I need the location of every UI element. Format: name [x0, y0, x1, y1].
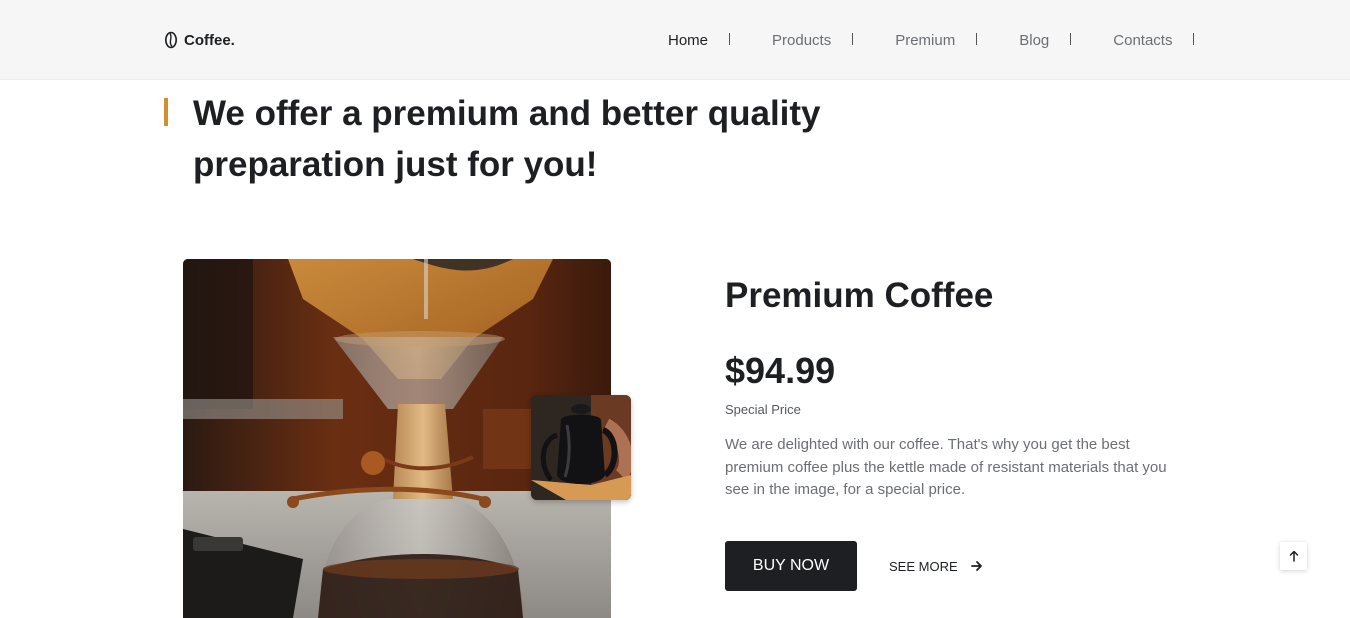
nav-item-label: Premium: [895, 31, 956, 49]
kettle-thumbnail[interactable]: [531, 395, 631, 500]
hero-headline: We offer a premium and better quality pr…: [193, 94, 821, 184]
page: Coffee. Home Products Premium Blog Conta…: [0, 0, 1350, 618]
buy-now-button[interactable]: BUY NOW: [725, 541, 857, 591]
nav-separator: [852, 33, 854, 45]
nav-item-premium[interactable]: Premium: [895, 32, 1019, 49]
nav-item-home[interactable]: Home: [668, 32, 772, 49]
product-title: Premium Coffee: [725, 276, 994, 315]
nav-item-contacts[interactable]: Contacts: [1113, 31, 1195, 49]
see-more-link[interactable]: SEE MORE: [889, 556, 984, 576]
arrow-right-icon: [970, 561, 982, 571]
nav-item-label: Home: [668, 31, 709, 49]
logo-text: Coffee.: [184, 31, 235, 49]
product-description: We are delighted with our coffee. That's…: [725, 436, 1167, 498]
price-label: Special Price: [725, 402, 801, 417]
see-more-label: SEE MORE: [889, 558, 958, 574]
headline-accent-bar: [164, 98, 168, 126]
nav-item-label: Contacts: [1113, 31, 1173, 49]
nav-item-products[interactable]: Products: [772, 32, 895, 49]
logo[interactable]: Coffee.: [164, 30, 235, 50]
coffee-bean-icon: [165, 31, 177, 49]
nav-separator: [1193, 33, 1195, 45]
arrow-up-icon: [1289, 550, 1298, 562]
site-header: Coffee. Home Products Premium Blog Conta…: [0, 0, 1350, 80]
nav-item-label: Products: [772, 31, 832, 49]
product-price: $94.99: [725, 350, 836, 391]
kettle-illustration: [531, 395, 631, 500]
nav-separator: [976, 33, 978, 45]
nav-item-label: Blog: [1019, 31, 1050, 49]
nav-separator: [1070, 33, 1072, 45]
main-nav: Home Products Premium Blog Contacts: [668, 30, 1195, 50]
nav-separator: [729, 33, 731, 45]
nav-item-blog[interactable]: Blog: [1019, 32, 1113, 49]
scroll-to-top-button[interactable]: [1280, 542, 1307, 570]
